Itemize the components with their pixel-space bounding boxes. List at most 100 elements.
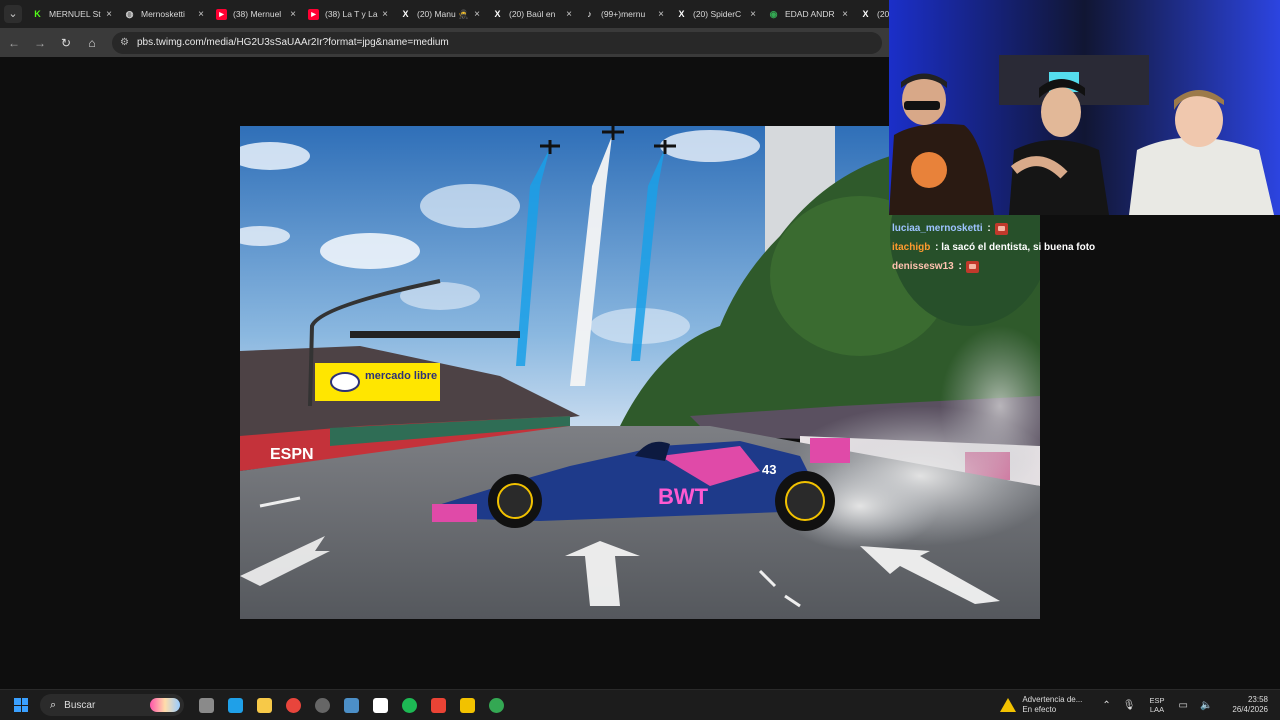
tab-title: (38) La T y La: [325, 9, 378, 19]
search-label: Buscar: [64, 699, 96, 711]
tab-close-icon[interactable]: ×: [474, 9, 480, 20]
taskbar-app[interactable]: [308, 690, 337, 720]
taskbar-app[interactable]: [453, 690, 482, 720]
warning-title: Advertencia de...: [1022, 695, 1083, 704]
browser-tab[interactable]: X (20) Manu 🥷 ×: [394, 0, 486, 28]
url-text: pbs.twimg.com/media/HG2U3sSaUAAr2Ir?form…: [136, 37, 449, 48]
tab-close-icon[interactable]: ×: [566, 9, 572, 20]
x-icon: X: [862, 9, 869, 19]
date: 26/4/2026: [1232, 705, 1268, 714]
browser-tab[interactable]: ▶ (38) Mernuel ×: [210, 0, 302, 28]
tab-search-button[interactable]: ⌄: [0, 0, 26, 28]
chat-message: itachigb : la sacó el dentista, si buena…: [892, 238, 1152, 257]
tab-title: (20) Baúl en: [509, 9, 556, 19]
browser-tab[interactable]: K MERNUEL St ×: [26, 0, 118, 28]
weather-warning[interactable]: Advertencia de... En efecto: [1000, 695, 1082, 715]
x-icon: X: [402, 9, 409, 19]
chat-username: luciaa_mernosketti: [892, 222, 983, 234]
tab-title: Mernosketti: [141, 9, 185, 19]
stream-chat: luciaa_mernosketti : itachigb : la sacó …: [892, 219, 1152, 276]
home-button[interactable]: ⌂: [80, 31, 104, 55]
x-icon: X: [678, 9, 685, 19]
reload-icon: ↻: [60, 35, 72, 50]
back-button[interactable]: ←: [2, 31, 26, 55]
x-icon: X: [494, 9, 501, 19]
system-tray: Advertencia de... En efecto ⌃ 🎙 ESP LAA …: [1000, 690, 1280, 720]
reload-button[interactable]: ↻: [54, 31, 78, 55]
tab-title: EDAD ANDR: [785, 9, 835, 19]
app-icon: [460, 697, 475, 713]
browser-tab[interactable]: X (20) Baúl en ×: [486, 0, 578, 28]
search-highlight-icon: [150, 698, 180, 712]
warning-subtitle: En efecto: [1022, 705, 1057, 714]
tiktok-icon: ♪: [587, 9, 592, 19]
forward-arrow-icon: →: [34, 35, 46, 50]
taskbar-app[interactable]: [366, 690, 395, 720]
browser-tab[interactable]: ◉ EDAD ANDR ×: [762, 0, 854, 28]
obs-icon: [315, 697, 330, 713]
chrome-icon: [286, 697, 301, 713]
clock[interactable]: 23:58 26/4/2026: [1232, 695, 1268, 715]
windows-logo-icon: [14, 698, 28, 712]
taskbar-app[interactable]: [395, 690, 424, 720]
car-number: 43: [762, 462, 776, 477]
browser-tab[interactable]: ◍ Mernosketti ×: [118, 0, 210, 28]
network-icon[interactable]: ▭: [1179, 700, 1188, 711]
tab-close-icon[interactable]: ×: [382, 9, 388, 20]
taskbar-search[interactable]: ⌕ Buscar: [40, 694, 184, 716]
tab-title: (20) SpiderC: [693, 9, 742, 19]
spotify-icon: [402, 697, 417, 713]
home-icon: ⌂: [88, 35, 96, 50]
sponsor-text: BWT: [658, 484, 709, 509]
barrier-text: ESPN: [270, 446, 314, 463]
windows-taskbar: ⌕ Buscar Advertencia de... En efecto ⌃ 🎙…: [0, 689, 1280, 720]
tab-title: MERNUEL St: [49, 9, 101, 19]
volume-icon[interactable]: 🔈: [1200, 700, 1212, 711]
taskbar-app[interactable]: [337, 690, 366, 720]
taskbar-app[interactable]: [221, 690, 250, 720]
chevron-up-icon[interactable]: ⌃: [1102, 700, 1110, 711]
globe-icon: ◍: [125, 8, 134, 19]
language-indicator[interactable]: ESP LAA: [1149, 696, 1164, 714]
folder-icon: [257, 697, 272, 713]
tab-close-icon[interactable]: ×: [106, 9, 112, 20]
youtube-icon: ▶: [308, 8, 319, 20]
site-info-icon[interactable]: ⚙: [120, 37, 129, 48]
tab-title: (99+)mernu: [601, 9, 646, 19]
chat-message: luciaa_mernosketti :: [892, 219, 1152, 238]
tab-close-icon[interactable]: ×: [842, 9, 848, 20]
taskbar-app[interactable]: [482, 690, 511, 720]
streamer-middle: [1009, 140, 1109, 215]
browser-tab[interactable]: ♪ (99+)mernu ×: [578, 0, 670, 28]
taskbar-app[interactable]: [250, 690, 279, 720]
tab-title: (20) Manu 🥷: [417, 8, 469, 19]
kick-icon: K: [34, 9, 41, 19]
chrome-icon: [489, 697, 504, 713]
banner-text: mercado libre: [365, 370, 437, 382]
microphone-icon[interactable]: 🎙: [1123, 700, 1136, 711]
tab-close-icon[interactable]: ×: [290, 9, 296, 20]
taskbar-app[interactable]: [424, 690, 453, 720]
tab-title: (38) Mernuel: [233, 9, 282, 19]
edge-icon: [228, 697, 243, 713]
start-button[interactable]: [6, 690, 36, 720]
back-arrow-icon: ←: [8, 35, 20, 50]
tab-close-icon[interactable]: ×: [658, 9, 664, 20]
emote-icon: [965, 260, 979, 273]
maps-icon: [431, 697, 446, 713]
chat-message: denissesw13 :: [892, 257, 1152, 276]
search-icon: ⌕: [50, 698, 57, 711]
forward-button[interactable]: →: [28, 31, 52, 55]
taskbar-app[interactable]: [279, 690, 308, 720]
warning-icon: [1000, 698, 1017, 712]
taskbar-app[interactable]: [192, 690, 221, 720]
chevron-down-icon: ⌄: [4, 5, 22, 23]
address-bar[interactable]: ⚙ pbs.twimg.com/media/HG2U3sSaUAAr2Ir?fo…: [112, 31, 882, 54]
emote-icon: [994, 222, 1008, 235]
time: 23:58: [1247, 695, 1268, 704]
tab-close-icon[interactable]: ×: [198, 9, 204, 20]
browser-tab[interactable]: ▶ (38) La T y La ×: [302, 0, 394, 28]
tab-close-icon[interactable]: ×: [750, 9, 756, 20]
chrome-icon: ◉: [769, 8, 778, 19]
browser-tab[interactable]: X (20) SpiderC ×: [670, 0, 762, 28]
